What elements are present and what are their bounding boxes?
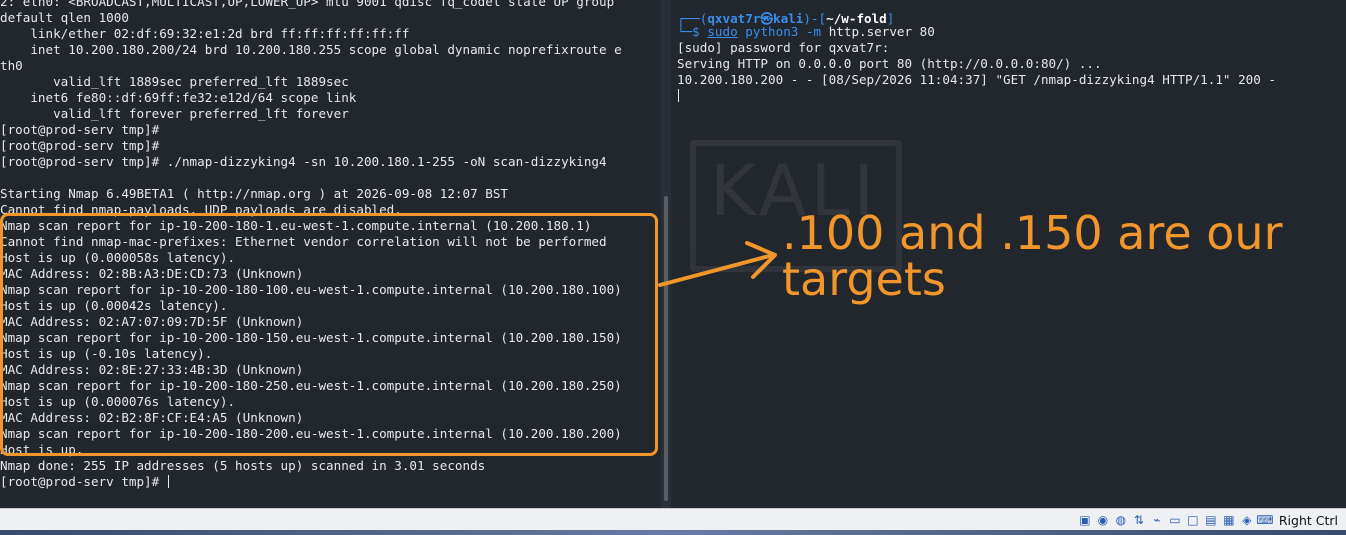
prompt-arrow: └─$ — [677, 24, 708, 39]
terminal-line: valid_lft forever preferred_lft forever — [0, 106, 349, 121]
terminal-line: Nmap done: 255 IP addresses (5 hosts up)… — [0, 458, 486, 473]
keyboard-icon[interactable]: ⌨ — [1256, 512, 1273, 528]
vm-status-tray: ▣ ◉ ◍ ⇅ ⌁ ▭ □ ▤ ▦ ◈ ⌨ Right Ctrl — [1077, 510, 1338, 530]
terminal-line: 2: eth0: <BROADCAST,MULTICAST,UP,LOWER_U… — [0, 0, 615, 9]
terminal-line: default qlen 1000 — [0, 10, 129, 25]
scan-results-highlight-box — [0, 213, 658, 456]
network-icon[interactable]: ⇅ — [1131, 512, 1147, 528]
terminal-line: Serving HTTP on 0.0.0.0 port 80 (http://… — [677, 56, 1102, 71]
host-key-label: Right Ctrl — [1278, 512, 1338, 528]
terminal-line: link/ether 02:df:69:32:e1:2d brd ff:ff:f… — [0, 26, 410, 41]
terminal-line: valid_lft 1889sec preferred_lft 1889sec — [0, 74, 349, 89]
optical-drive-icon[interactable]: ◉ — [1095, 512, 1111, 528]
annotation-line-2: targets — [782, 252, 946, 306]
shared-folder-icon[interactable]: ▭ — [1167, 512, 1183, 528]
host-desktop-strip — [0, 530, 1346, 535]
usb-icon[interactable]: ⌁ — [1149, 512, 1165, 528]
terminal-line: inet 10.200.180.200/24 brd 10.200.180.25… — [0, 42, 622, 57]
left-terminal-cursor — [167, 475, 169, 488]
audio-icon[interactable]: ◍ — [1113, 512, 1129, 528]
terminal-line — [677, 88, 1276, 104]
annotation-text: .100 and .150 are our targets — [782, 210, 1282, 302]
python-command: python3 -m — [745, 24, 822, 39]
annotation-line-1: .100 and .150 are our — [782, 206, 1283, 260]
terminal-line: [root@prod-serv tmp]# — [0, 122, 160, 137]
screen-icon[interactable]: ▤ — [1203, 512, 1219, 528]
terminal-line: [sudo] password for qxvat7r: — [677, 40, 890, 55]
command-args: http.server 80 — [821, 24, 935, 39]
terminal-line: inet6 fe80::df:69ff:fe32:e12d/64 scope l… — [0, 90, 357, 105]
right-terminal-cursor — [678, 89, 679, 102]
terminal-line: Starting Nmap 6.49BETA1 ( http://nmap.or… — [0, 186, 508, 201]
annotation-arrow — [658, 241, 777, 287]
right-terminal-output: [sudo] password for qxvat7r: Serving HTTP… — [677, 40, 1276, 104]
terminal-line: th0 — [0, 58, 23, 73]
terminal-line: [root@prod-serv tmp]# — [0, 138, 160, 153]
terminal-line: [root@prod-serv tmp]# — [0, 474, 169, 489]
hdd-icon[interactable]: ▣ — [1077, 512, 1093, 528]
terminal-line: 10.200.180.200 - - [08/Sep/2026 11:04:37… — [677, 72, 1276, 87]
mouse-integration-icon[interactable]: ◈ — [1239, 512, 1255, 528]
terminal-line: [root@prod-serv tmp]# ./nmap-dizzyking4 … — [0, 154, 607, 169]
vm-status-bar: ▣ ◉ ◍ ⇅ ⌁ ▭ □ ▤ ▦ ◈ ⌨ Right Ctrl — [0, 508, 1346, 531]
display-icon[interactable]: □ — [1185, 512, 1201, 528]
right-prompt-line-2: └─$ sudo python3 -m http.server 80 — [677, 24, 935, 39]
video-capture-icon[interactable]: ▦ — [1221, 512, 1237, 528]
sudo-command: sudo — [707, 24, 738, 39]
